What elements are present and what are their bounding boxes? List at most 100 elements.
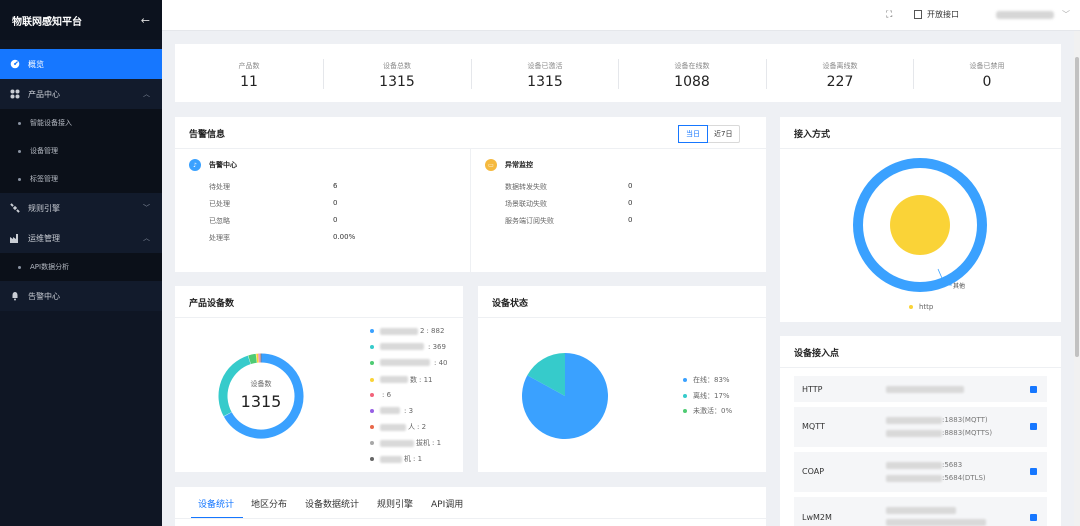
scrollbar-thumb[interactable]: [1075, 57, 1079, 357]
page-scrollbar[interactable]: [1074, 31, 1080, 526]
alert-row-value: 0: [333, 216, 338, 224]
legend-item: : 6: [370, 391, 391, 399]
legend-value: : 1: [432, 439, 442, 448]
legend-dot: [370, 329, 374, 333]
sidebar-item-label: 概览: [28, 59, 44, 69]
chevron-down-icon: ﹀: [143, 204, 150, 212]
redacted-address: [886, 506, 956, 514]
alert-row-value: 6: [333, 182, 338, 190]
stat-device-disabled: 设备已禁用 0: [913, 44, 1061, 102]
copy-icon[interactable]: [1030, 423, 1037, 430]
legend-item: 数: 11: [370, 375, 433, 385]
anomaly-monitor-heading: ▭ 异常监控: [485, 159, 533, 171]
redacted-address: [886, 474, 942, 482]
redacted-label: [380, 407, 400, 414]
legend-item-offline: 离线：17%: [683, 391, 730, 401]
tab-device-stats[interactable]: 设备统计: [198, 497, 234, 510]
sidebar-item-overview[interactable]: 概览: [0, 49, 162, 79]
legend-label-fragment: 数: [410, 375, 417, 384]
legend-item: 机: 1: [370, 454, 422, 464]
tab-region-distribution[interactable]: 地区分布: [251, 497, 287, 510]
access-point-http: HTTP: [794, 376, 1047, 402]
sidebar-item-label: 运维管理: [28, 233, 60, 243]
sidebar-item-label: 规则引擎: [28, 203, 60, 213]
date-range-toggle: 当日 近7日: [678, 125, 741, 143]
fullscreen-icon[interactable]: ⛶: [886, 10, 892, 20]
legend-label-fragment: 拔机: [416, 439, 430, 448]
sidebar-item-tag-management[interactable]: 标签管理: [0, 165, 162, 193]
toggle-7days[interactable]: 近7日: [707, 126, 739, 142]
stat-label: 设备在线数: [674, 62, 710, 70]
alert-row-label: 已忽略: [209, 217, 230, 225]
legend-label: 未激活：0%: [693, 407, 733, 415]
sidebar-item-device-access[interactable]: 智能设备接入: [0, 109, 162, 137]
sidebar-item-ops-management[interactable]: 运维管理 ︿: [0, 223, 162, 253]
tab-api-calls[interactable]: API调用: [431, 497, 463, 510]
access-point-address: :5683: [886, 461, 962, 469]
access-slice-http: [890, 195, 950, 255]
access-point-address: :8883(MQTTS): [886, 429, 992, 437]
tab-device-data-stats[interactable]: 设备数据统计: [305, 497, 359, 510]
device-status-card: 设备状态 在线：83% 离线：17% 未激活：0%: [478, 286, 766, 472]
user-menu[interactable]: ﹀: [996, 9, 1070, 20]
alert-row-value: 0: [333, 199, 338, 207]
chevron-up-icon: ︿: [143, 234, 150, 242]
copy-icon[interactable]: [1030, 514, 1037, 521]
stat-value: 1315: [379, 74, 415, 90]
legend-dot: [370, 425, 374, 430]
legend-item: : 3: [370, 407, 413, 415]
card-title: 设备状态: [492, 299, 529, 309]
callout-label: 其他: [953, 283, 966, 290]
redacted-label: [380, 376, 408, 384]
legend-item-inactive: 未激活：0%: [683, 406, 732, 416]
arrow-left-icon[interactable]: ←: [141, 14, 150, 27]
copy-icon[interactable]: [1030, 468, 1037, 475]
open-api-link[interactable]: 开放接口: [914, 9, 959, 20]
alert-row-label: 处理率: [209, 234, 230, 242]
redacted-label: [380, 359, 430, 367]
section-title: 异常监控: [505, 161, 533, 169]
legend-dot: [683, 378, 687, 382]
stat-value: 1088: [674, 74, 710, 90]
stat-label: 设备总数: [383, 62, 411, 70]
copy-icon[interactable]: [1030, 386, 1037, 393]
stat-device-offline: 设备离线数 227: [766, 44, 914, 102]
toggle-today[interactable]: 当日: [678, 125, 708, 143]
divider: [175, 317, 463, 318]
tab-rule-engine[interactable]: 规则引擎: [377, 497, 413, 510]
legend-label-fragment: 人: [408, 423, 415, 432]
redacted-address: [886, 385, 964, 393]
legend-label-fragment: 2: [420, 327, 425, 335]
open-api-label: 开放接口: [927, 10, 959, 19]
redacted-label: [380, 423, 406, 431]
sidebar-item-device-management[interactable]: 设备管理: [0, 137, 162, 165]
top-header: ⛶ 开放接口 ﹀: [162, 0, 1080, 31]
sidebar-item-label: 产品中心: [28, 89, 60, 99]
access-point-address: [886, 385, 964, 393]
legend-value: : 2: [417, 423, 427, 432]
redacted-label: [380, 343, 424, 351]
redacted-address: [886, 429, 942, 437]
stat-value: 227: [826, 74, 854, 90]
alert-row-label: 已处理: [209, 200, 230, 208]
legend-dot: [370, 360, 374, 365]
bell-icon: [10, 291, 20, 301]
stat-label: 设备已禁用: [969, 62, 1005, 70]
stats-card: 产品数 11 设备总数 1315 设备已激活 1315 设备在线数 1088 设…: [175, 44, 1061, 102]
legend-value: : 40: [434, 358, 448, 367]
sidebar-item-rule-engine[interactable]: 规则引擎 ﹀: [0, 193, 162, 223]
redacted-label: [380, 439, 414, 447]
sidebar-item-product-center[interactable]: 产品中心 ︿: [0, 79, 162, 109]
access-point-mqtt: MQTT :1883(MQTT) :8883(MQTTS): [794, 407, 1047, 447]
legend-item-http: http: [909, 303, 933, 311]
sidebar-item-api-analysis[interactable]: API数据分析: [0, 253, 162, 281]
alert-row-label: 待处理: [209, 183, 230, 191]
sidebar-item-alert-center[interactable]: 告警中心: [0, 281, 162, 311]
avatar: [996, 10, 1054, 19]
access-point-name: LwM2M: [802, 513, 832, 522]
alert-card: 告警信息 当日 近7日 ♪ 告警中心 待处理 6 已处理 0 已忽略 0 处理率…: [175, 117, 766, 272]
monitor-row-label: 场景联动失败: [505, 200, 547, 208]
sidebar: 物联网感知平台 ← 概览 产品中心 ︿ 智能设备接入 设备管理 标签管理 规则引…: [0, 0, 162, 526]
sidebar-item-label: 设备管理: [30, 147, 58, 155]
brand-title: 物联网感知平台: [12, 16, 82, 28]
